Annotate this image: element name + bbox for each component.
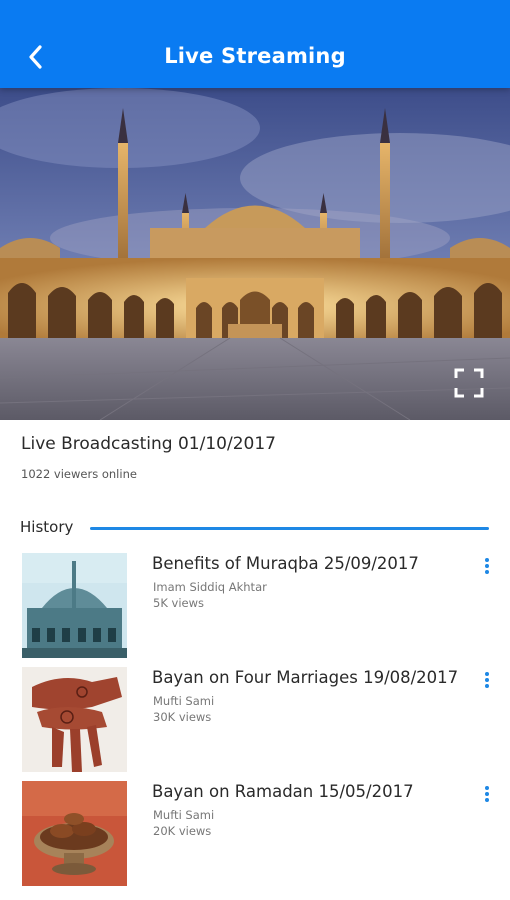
history-item-views: 20K views <box>153 824 212 838</box>
kebab-menu-icon <box>485 558 489 562</box>
video-thumbnail-henna-hands <box>22 667 127 772</box>
history-item[interactable]: Bayan on Ramadan 15/05/2017 Mufti Sami 2… <box>0 781 510 887</box>
history-item-views: 5K views <box>153 596 204 610</box>
kebab-menu-icon <box>485 786 489 790</box>
history-item-author: Mufti Sami <box>153 694 215 708</box>
history-item-author: Mufti Sami <box>153 808 215 822</box>
viewer-count: 1022 viewers online <box>21 467 137 481</box>
app-header: Live Streaming <box>0 0 510 88</box>
history-item[interactable]: Benefits of Muraqba 25/09/2017 Imam Sidd… <box>0 553 510 659</box>
history-item-title: Benefits of Muraqba 25/09/2017 <box>152 554 419 573</box>
history-item-views: 30K views <box>153 710 212 724</box>
history-item-author: Imam Siddiq Akhtar <box>153 580 267 594</box>
fullscreen-button[interactable] <box>454 368 484 398</box>
kebab-menu-icon <box>485 672 489 676</box>
history-item-title: Bayan on Ramadan 15/05/2017 <box>152 782 414 801</box>
mosque-video-frame <box>0 88 510 420</box>
more-options-button[interactable] <box>480 671 494 693</box>
history-item-title: Bayan on Four Marriages 19/08/2017 <box>152 668 459 687</box>
video-thumbnail-dates <box>22 781 127 886</box>
more-options-button[interactable] <box>480 557 494 579</box>
more-options-button[interactable] <box>480 785 494 807</box>
history-divider <box>90 527 489 530</box>
history-heading: History <box>20 518 74 536</box>
fullscreen-icon <box>454 368 484 398</box>
history-item[interactable]: Bayan on Four Marriages 19/08/2017 Mufti… <box>0 667 510 773</box>
live-video-player[interactable] <box>0 88 510 420</box>
video-thumbnail-mosque <box>22 553 127 658</box>
live-broadcast-title: Live Broadcasting 01/10/2017 <box>21 434 276 454</box>
page-title: Live Streaming <box>164 44 346 68</box>
